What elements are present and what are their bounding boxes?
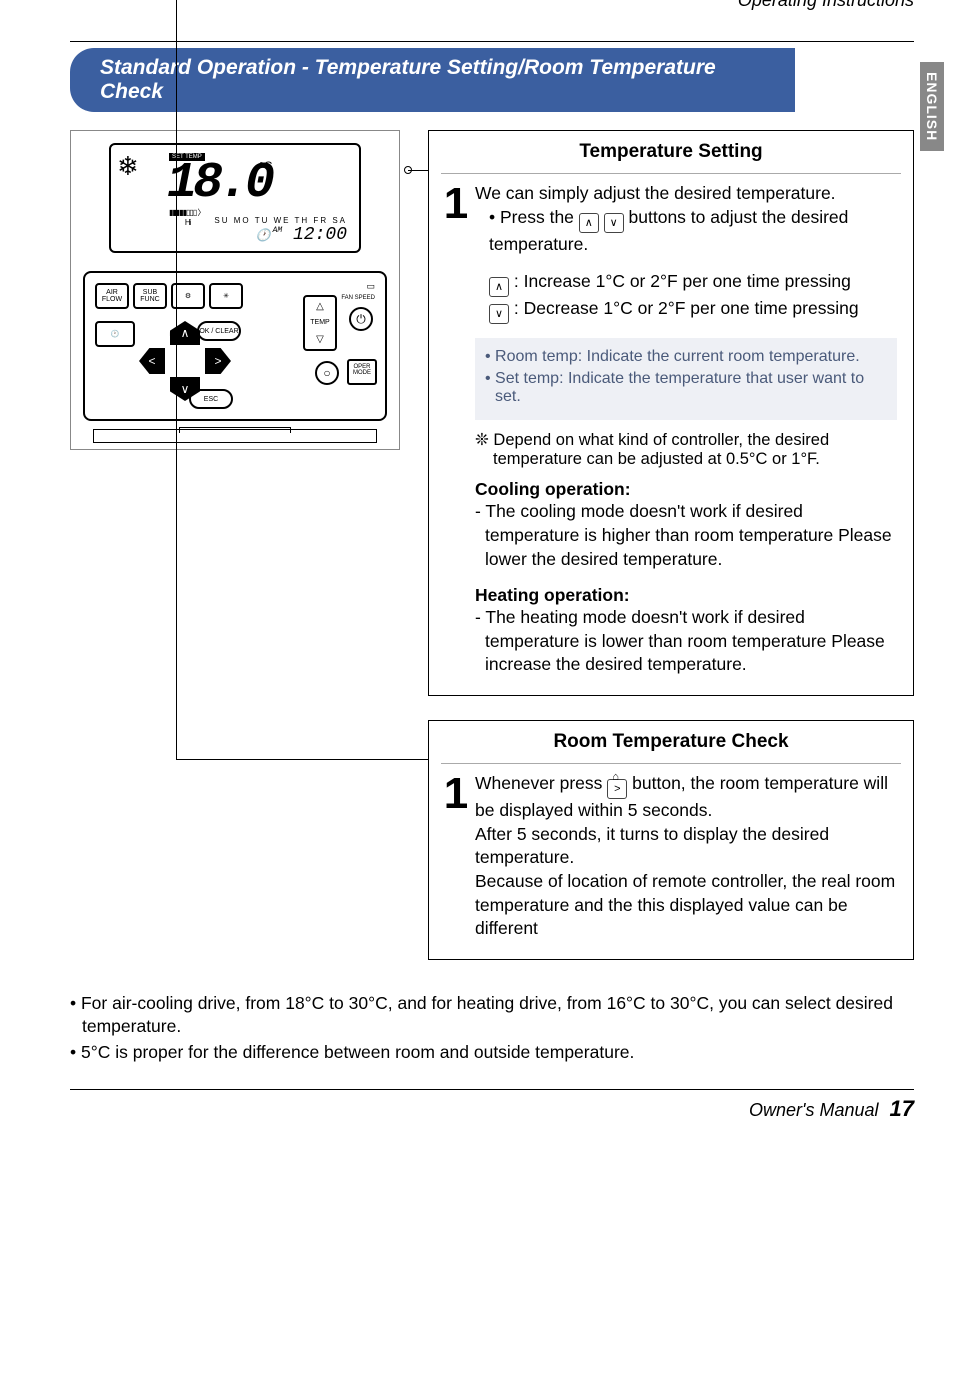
right-column: Temperature Setting 1 We can simply adju… <box>428 130 914 984</box>
up-arrow-icon <box>489 277 509 297</box>
footer-label: Owner's Manual <box>749 1100 879 1120</box>
divider <box>441 763 901 764</box>
decrease-line: : Decrease 1°C or 2°F per one time press… <box>475 297 897 324</box>
cooling-head: Cooling operation: <box>475 479 897 500</box>
right-arrow-home-icon <box>607 779 627 799</box>
footer-note-2: • 5°C is proper for the difference betwe… <box>70 1041 914 1065</box>
note-block: • Room temp: Indicate the current room t… <box>475 338 897 420</box>
timer-button-wrap: 🕐 <box>95 321 135 347</box>
box2-p1: Whenever press button, the room temperat… <box>475 772 897 823</box>
box1-step: 1 We can simply adjust the desired tempe… <box>429 178 913 328</box>
box1-p2a: • Press the <box>489 207 579 227</box>
footer-note-1: • For air-cooling drive, from 18°C to 30… <box>70 992 914 1039</box>
box1-p1: We can simply adjust the desired tempera… <box>475 182 897 206</box>
cooling-body: - The cooling mode doesn't work if desir… <box>475 500 897 571</box>
step-body: We can simply adjust the desired tempera… <box>475 182 897 324</box>
down-arrow-icon <box>489 304 509 324</box>
dpad-left[interactable]: < <box>139 348 165 374</box>
snowflake-icon: ❄ <box>117 151 139 182</box>
page-footer: Owner's Manual 17 <box>70 1089 914 1122</box>
box2-title: Room Temperature Check <box>429 721 913 763</box>
step-number: 1 <box>437 182 475 324</box>
heating-head: Heating operation: <box>475 585 897 606</box>
increase-text: : Increase 1°C or 2°F per one time press… <box>514 271 851 291</box>
step-body: Whenever press button, the room temperat… <box>475 772 897 941</box>
language-tab: ENGLISH <box>920 62 944 151</box>
star-note: ❊ Depend on what kind of controller, the… <box>475 430 897 469</box>
page: Operating Instructions ENGLISH Standard … <box>0 0 954 1142</box>
timer-button[interactable]: 🕐 <box>95 321 135 347</box>
increase-line: : Increase 1°C or 2°F per one time press… <box>475 270 897 297</box>
air-flow-button[interactable]: AIR FLOW <box>95 283 129 309</box>
box1-title: Temperature Setting <box>429 131 913 173</box>
box2-p2: After 5 seconds, it turns to display the… <box>475 823 897 870</box>
heating-body: - The heating mode doesn't work if desir… <box>475 606 897 677</box>
step-number: 1 <box>437 772 475 941</box>
page-number: 17 <box>890 1096 914 1121</box>
room-temp-check-box: Room Temperature Check 1 Whenever press … <box>428 720 914 960</box>
footer-notes: • For air-cooling drive, from 18°C to 30… <box>70 992 914 1065</box>
temperature-setting-box: Temperature Setting 1 We can simply adju… <box>428 130 914 696</box>
box1-press-line: • Press the buttons to adjust the desire… <box>475 206 897 257</box>
note-room-temp: • Room temp: Indicate the current room t… <box>485 348 887 366</box>
box2-p3: Because of location of remote controller… <box>475 870 897 941</box>
content-row: ❄ SET TEMP 18.0 °C ▮▮▮▮▮▯▯▯ 〉 Hi SU MO T… <box>70 130 914 984</box>
note-set-temp: • Set temp: Indicate the temperature tha… <box>485 370 887 406</box>
decrease-text: : Decrease 1°C or 2°F per one time press… <box>514 298 859 318</box>
up-arrow-icon <box>579 213 599 233</box>
box2-step: 1 Whenever press button, the room temper… <box>429 768 913 945</box>
down-arrow-icon <box>604 213 624 233</box>
box2-p1a: Whenever press <box>475 773 607 793</box>
sub-func-button[interactable]: SUB FUNC <box>133 283 167 309</box>
divider <box>441 173 901 174</box>
